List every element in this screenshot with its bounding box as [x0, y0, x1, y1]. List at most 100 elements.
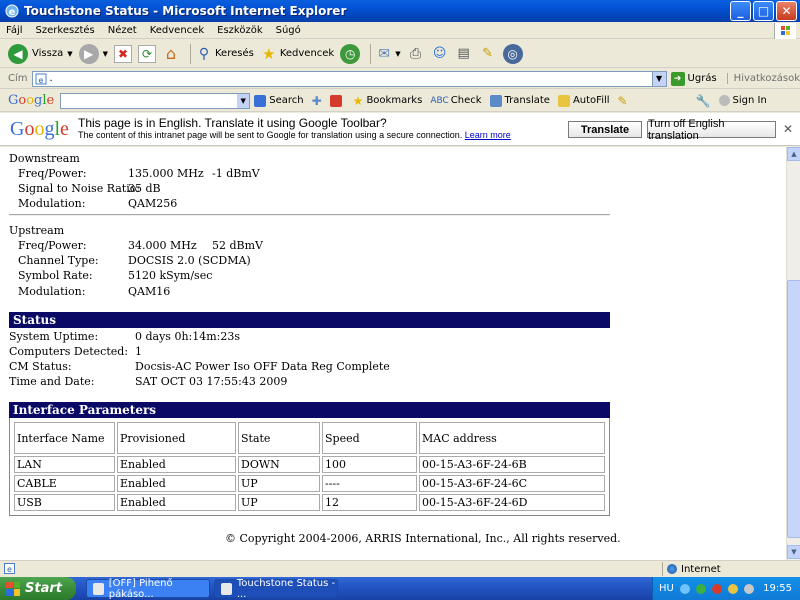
uptime-label: System Uptime: — [9, 330, 99, 343]
upstream-freq-label: Freq/Power: — [18, 239, 87, 252]
address-input[interactable]: e . ▼ — [31, 70, 667, 87]
table-cell: ---- — [322, 475, 417, 492]
menu-help[interactable]: Súgó — [276, 25, 301, 36]
table-header-row: Interface Name Provisioned State Speed M… — [14, 422, 605, 454]
spellcheck-button[interactable]: ABC Check — [430, 95, 481, 106]
home-icon: ⌂ — [165, 44, 177, 63]
downstream-power-value: -1 dBmV — [212, 167, 260, 180]
pencil-icon: ✎ — [617, 93, 628, 108]
chevron-down-icon[interactable]: ▼ — [651, 71, 666, 86]
page-icon: e — [35, 73, 47, 85]
table-cell: 00-15-A3-6F-24-6D — [419, 494, 605, 511]
pen-button[interactable]: ✎ — [479, 45, 497, 63]
column-header: Provisioned — [117, 422, 236, 454]
stop-button[interactable]: ✖ — [113, 44, 132, 63]
home-button[interactable]: ⌂ — [162, 44, 180, 63]
window-title: Touchstone Status - Microsoft Internet E… — [24, 4, 347, 18]
tray-antivirus-icon[interactable] — [711, 583, 722, 594]
pen-icon: ✎ — [482, 46, 494, 61]
highlight-button[interactable]: ✎ — [618, 94, 628, 108]
taskbar-item-label: [OFF] Pihenő pákáso... — [108, 577, 173, 600]
google-search-input[interactable]: ▼ — [60, 92, 251, 109]
close-button[interactable]: ✕ — [776, 1, 797, 21]
chevron-down-icon[interactable]: ▼ — [237, 93, 250, 108]
tray-volume-icon[interactable] — [727, 583, 738, 594]
google-logo[interactable]: Google — [8, 93, 54, 108]
messenger-button[interactable]: ☺ — [431, 45, 449, 63]
upstream-channel-value: DOCSIS 2.0 (SCDMA) — [128, 254, 251, 267]
menu-view[interactable]: Nézet — [108, 25, 137, 36]
menu-file[interactable]: Fájl — [6, 25, 23, 36]
signin-button[interactable]: Sign In — [718, 95, 767, 106]
back-button[interactable]: ◀ Vissza ▼ — [8, 43, 73, 64]
favorites-label: Kedvencek — [279, 48, 335, 59]
messenger-icon: ☺ — [432, 46, 447, 61]
settings-button[interactable]: 🔧 — [696, 94, 711, 108]
tray-misc-icon[interactable] — [743, 583, 754, 594]
address-label: Cím — [8, 73, 28, 84]
scroll-up-icon[interactable]: ▲ — [787, 147, 800, 161]
refresh-button[interactable]: ⟳ — [137, 44, 156, 63]
menu-edit[interactable]: Szerkesztés — [36, 25, 95, 36]
scroll-thumb[interactable] — [787, 280, 800, 538]
upstream-mod-label: Modulation: — [18, 285, 86, 298]
table-cell: Enabled — [117, 494, 236, 511]
toolbar-separator — [370, 43, 372, 64]
tray-network-icon[interactable] — [679, 583, 690, 594]
google-search-button[interactable]: Search — [254, 94, 304, 107]
uptime-value: 0 days 0h:14m:23s — [135, 330, 241, 343]
go-button[interactable]: ➜ Ugrás — [670, 71, 717, 86]
time-value: SAT OCT 03 17:55:43 2009 — [135, 375, 288, 388]
maximize-button[interactable]: □ — [753, 1, 774, 21]
table-row: LAN Enabled DOWN 100 00-15-A3-6F-24-6B — [14, 456, 605, 473]
autofill-button[interactable]: AutoFill — [557, 94, 610, 107]
google-add-button[interactable]: ✚ — [312, 94, 322, 108]
downstream-heading: Downstream — [9, 152, 80, 165]
translate-icon — [489, 94, 502, 107]
research-button[interactable]: ◎ — [502, 43, 523, 64]
menu-tools[interactable]: Eszközök — [217, 25, 263, 36]
downstream-freq-label: Freq/Power: — [18, 167, 87, 180]
language-indicator[interactable]: HU — [659, 583, 674, 594]
status-heading: Status — [9, 312, 610, 328]
menu-favorites[interactable]: Kedvencek — [150, 25, 204, 36]
google-translate-logo: Google — [10, 117, 69, 140]
check-label: Check — [450, 95, 482, 106]
translate-button[interactable]: Translate — [568, 121, 642, 138]
spellcheck-icon: ABC — [430, 95, 449, 106]
edit-button[interactable]: ▤ — [455, 45, 473, 63]
translate-toolbar-button[interactable]: Translate — [489, 94, 550, 107]
minimize-button[interactable]: _ — [730, 1, 751, 21]
table-cell: UP — [238, 494, 320, 511]
status-bar: e Internet — [0, 560, 800, 577]
title-bar: e Touchstone Status - Microsoft Internet… — [0, 0, 800, 22]
close-translate-bar-button[interactable]: ✕ — [783, 122, 793, 136]
start-button[interactable]: Start — [0, 577, 76, 600]
address-value: . — [49, 73, 53, 84]
refresh-icon: ⟳ — [137, 44, 156, 63]
user-icon — [718, 95, 730, 106]
table-cell: CABLE — [14, 475, 115, 492]
tray-app-icon[interactable] — [695, 583, 706, 594]
globe-icon — [667, 564, 677, 574]
vertical-scrollbar[interactable]: ▲ ▼ — [786, 147, 800, 560]
taskbar-item-active[interactable]: Touchstone Status - ... — [214, 578, 338, 600]
section-divider — [9, 214, 610, 216]
search-button[interactable]: ⚲ Keresés — [195, 45, 254, 63]
taskbar-item[interactable]: [OFF] Pihenő pákáso... — [86, 577, 210, 600]
turn-off-translation-button[interactable]: Turn off English translation — [647, 118, 776, 142]
printer-icon: ⎙ — [410, 45, 422, 62]
favorites-button[interactable]: ★ Kedvencek — [260, 45, 334, 63]
table-cell: LAN — [14, 456, 115, 473]
scroll-down-icon[interactable]: ▼ — [787, 545, 800, 559]
edit-page-icon: ▤ — [457, 46, 470, 61]
learn-more-link[interactable]: Learn more — [465, 130, 511, 140]
forward-button[interactable]: ▶ ▼ — [78, 43, 108, 64]
table-cell: UP — [238, 475, 320, 492]
links-button[interactable]: Hivatkozások — [726, 73, 800, 84]
history-button[interactable]: ◷ — [340, 43, 361, 64]
mail-button[interactable]: ✉ ▼ — [375, 45, 400, 63]
print-button[interactable]: ⎙ — [407, 45, 425, 63]
google-popup-button[interactable] — [329, 94, 345, 107]
bookmarks-button[interactable]: ★ Bookmarks — [353, 94, 423, 108]
